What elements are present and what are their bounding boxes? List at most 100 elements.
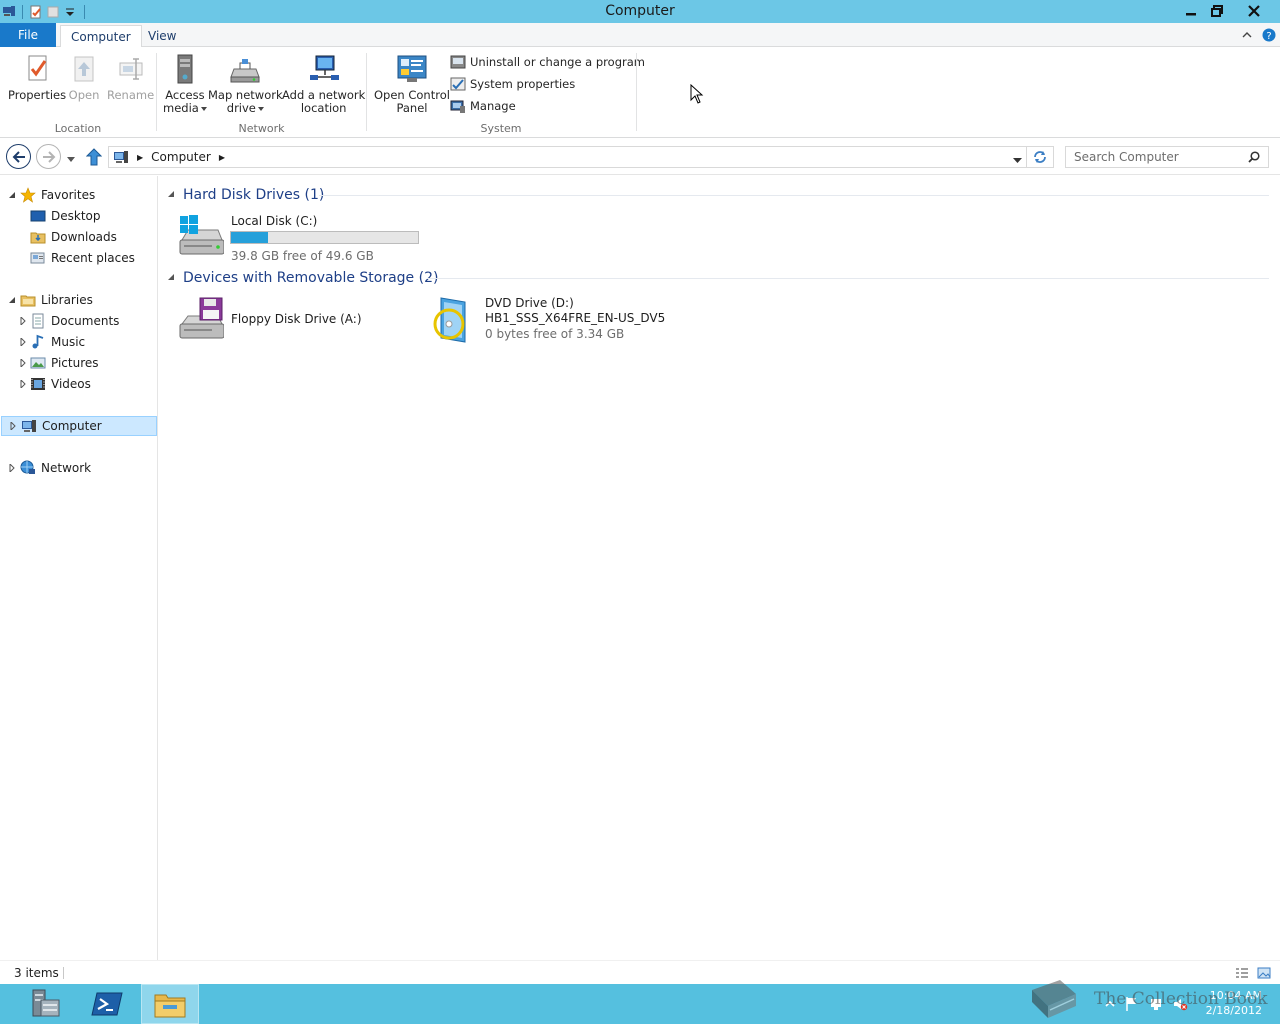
network-drive-icon <box>228 53 262 87</box>
properties-button[interactable]: Properties <box>8 53 66 102</box>
collapsed-chevron-icon[interactable] <box>18 337 28 347</box>
ribbon-group-location: Properties Open Rename Location <box>0 47 156 138</box>
uninstall-program-button[interactable]: Uninstall or change a program <box>450 53 645 71</box>
file-explorer-icon <box>154 994 186 1018</box>
ribbon-group-network: Access media Map network drive Add a net… <box>157 47 366 138</box>
rename-icon <box>114 53 148 87</box>
group-header-removable-storage[interactable]: Devices with Removable Storage (2) <box>167 268 438 288</box>
access-media-label-row: media <box>163 102 207 115</box>
open-control-panel-label-2: Panel <box>396 101 428 115</box>
computer-management-icon <box>450 98 466 114</box>
tab-file[interactable]: File <box>0 23 56 47</box>
breadcrumb-separator-icon[interactable]: ▶ <box>137 153 143 162</box>
nav-recent-places[interactable]: Recent places <box>0 248 157 268</box>
search-input[interactable] <box>1074 150 1244 164</box>
nav-computer[interactable]: Computer <box>1 416 157 436</box>
nav-favorites[interactable]: Favorites <box>0 185 157 205</box>
nav-videos[interactable]: Videos <box>0 374 157 394</box>
open-icon <box>67 53 101 87</box>
computer-icon <box>21 418 37 434</box>
nav-music[interactable]: Music <box>0 332 157 352</box>
nav-label: Desktop <box>51 209 101 223</box>
star-icon <box>20 187 36 203</box>
expanded-chevron-icon[interactable] <box>7 295 17 305</box>
group-divider <box>427 278 1269 279</box>
close-button[interactable] <box>1231 0 1277 22</box>
add-network-location-button[interactable]: Add a network location <box>282 53 365 115</box>
refresh-button[interactable] <box>1027 146 1054 168</box>
forward-button[interactable] <box>36 144 61 169</box>
navigation-pane: Favorites Desktop Downloads Recent place… <box>0 176 158 960</box>
navigation-bar: ▶ Computer ▶ <box>0 139 1280 175</box>
recent-locations-chevron-icon[interactable] <box>66 153 76 162</box>
tab-computer[interactable]: Computer <box>60 25 142 48</box>
server-manager-icon <box>32 989 60 1017</box>
taskbar-powershell[interactable] <box>78 984 136 1024</box>
collapsed-chevron-icon[interactable] <box>18 316 28 326</box>
drive-name: DVD Drive (D:) <box>485 296 574 310</box>
search-icon[interactable] <box>1248 151 1260 166</box>
drive-tile-floppy-a[interactable]: Floppy Disk Drive (A:) <box>176 296 416 346</box>
group-label-system: System <box>480 122 522 135</box>
access-media-button[interactable]: Access media <box>163 53 207 115</box>
uninstall-program-label: Uninstall or change a program <box>470 55 645 69</box>
breadcrumb-computer[interactable]: Computer <box>151 150 211 164</box>
open-button[interactable]: Open <box>67 53 101 102</box>
nav-label: Libraries <box>41 293 93 307</box>
rename-button[interactable]: Rename <box>107 53 154 102</box>
back-button[interactable] <box>6 144 31 169</box>
search-box[interactable] <box>1065 146 1269 168</box>
title-bar: Computer <box>0 0 1280 23</box>
minimize-ribbon-chevron-icon[interactable] <box>1239 27 1255 43</box>
system-properties-button[interactable]: System properties <box>450 75 575 93</box>
up-arrow-icon[interactable] <box>85 148 103 166</box>
restore-button[interactable] <box>1204 0 1230 22</box>
hard-disk-icon <box>176 214 225 262</box>
group-collapse-icon[interactable] <box>167 190 177 201</box>
group-title: Hard Disk Drives (1) <box>183 187 325 203</box>
svg-text:?: ? <box>1266 31 1271 42</box>
nav-pictures[interactable]: Pictures <box>0 353 157 373</box>
address-history-chevron-icon[interactable] <box>1013 153 1022 167</box>
manage-button[interactable]: Manage <box>450 97 516 115</box>
watermark-text: The Collection Book <box>1094 989 1268 1009</box>
watermark: The Collection Book <box>1026 974 1276 1024</box>
address-bar[interactable]: ▶ Computer ▶ <box>108 146 1027 168</box>
nav-libraries[interactable]: Libraries <box>0 290 157 310</box>
drive-tile-dvd-d[interactable]: DVD Drive (D:) HB1_SSS_X64FRE_EN-US_DV5 … <box>431 296 691 346</box>
collapsed-chevron-icon[interactable] <box>8 421 18 431</box>
group-divider <box>319 195 1269 196</box>
taskbar-file-explorer[interactable] <box>141 984 199 1024</box>
collapsed-chevron-icon[interactable] <box>18 358 28 368</box>
nav-documents[interactable]: Documents <box>0 311 157 331</box>
collapsed-chevron-icon[interactable] <box>18 379 28 389</box>
tab-view[interactable]: View <box>138 25 186 47</box>
taskbar-server-manager[interactable] <box>16 984 74 1024</box>
drive-name: Local Disk (C:) <box>231 214 318 228</box>
nav-label: Documents <box>51 314 120 328</box>
map-network-drive-button[interactable]: Map network drive <box>208 53 283 115</box>
collapsed-chevron-icon[interactable] <box>7 463 17 473</box>
drive-tile-local-disk-c[interactable]: Local Disk (C:) 39.8 GB free of 49.6 GB <box>176 214 426 264</box>
nav-desktop[interactable]: Desktop <box>0 206 157 226</box>
breadcrumb-separator-icon[interactable]: ▶ <box>219 153 225 162</box>
system-properties-icon <box>450 76 466 92</box>
group-collapse-icon[interactable] <box>167 273 177 284</box>
drive-name: Floppy Disk Drive (A:) <box>231 312 362 326</box>
drive-usage-bar <box>230 231 419 244</box>
nav-label: Computer <box>42 419 102 433</box>
nav-network[interactable]: Network <box>0 458 157 478</box>
network-location-icon <box>307 53 341 87</box>
help-icon[interactable]: ? <box>1261 27 1277 43</box>
drive-usage-fill <box>231 232 269 243</box>
nav-downloads[interactable]: Downloads <box>0 227 157 247</box>
mouse-cursor-icon <box>690 83 704 104</box>
access-media-label-2: media <box>163 101 199 115</box>
expanded-chevron-icon[interactable] <box>7 190 17 200</box>
minimize-button[interactable] <box>1178 0 1204 22</box>
documents-icon <box>30 313 46 329</box>
group-header-hard-disk-drives[interactable]: Hard Disk Drives (1) <box>167 185 324 205</box>
refresh-icon <box>1034 151 1046 163</box>
dropdown-arrow-icon <box>200 106 207 111</box>
open-control-panel-button[interactable]: Open Control Panel <box>374 53 450 115</box>
